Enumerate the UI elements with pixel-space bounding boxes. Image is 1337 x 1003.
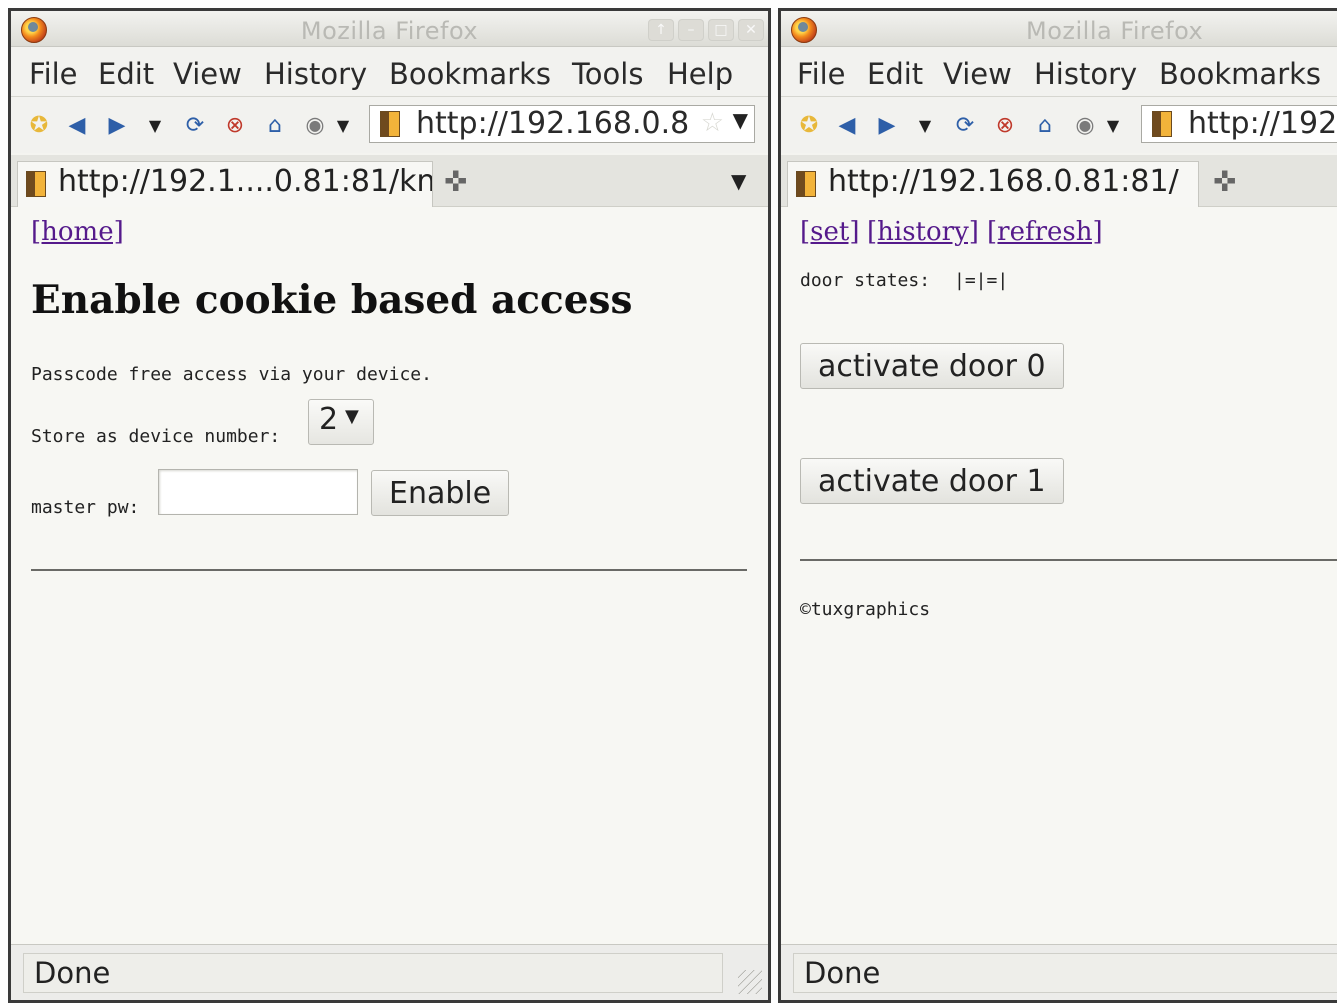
minimize-button[interactable]: – [678, 19, 704, 41]
menu-view[interactable]: View [173, 57, 242, 91]
reload-icon[interactable]: ⟳ [951, 111, 979, 139]
tab-list-dropdown-icon[interactable]: ▼ [731, 169, 746, 193]
door-states-value: |=|=| [954, 270, 1009, 291]
menu-bookmarks[interactable]: Bookmarks [1159, 57, 1321, 91]
device-number-select[interactable]: 2 ▼ [308, 399, 374, 445]
menu-edit[interactable]: Edit [867, 57, 923, 91]
url-text: http://192.168.0.8 [416, 106, 690, 141]
device-number-value: 2 [319, 402, 339, 437]
home-bookmark-icon[interactable]: ✪ [795, 111, 823, 139]
globe-dropdown-icon[interactable]: ▼ [329, 111, 357, 139]
history-dropdown-icon[interactable]: ▼ [911, 111, 939, 139]
master-pw-label: master pw: [31, 497, 140, 518]
close-button[interactable]: ✕ [738, 19, 764, 41]
activate-door-1-button[interactable]: activate door 1 [800, 458, 1064, 504]
tab-title: http://192.168.0.81:81/ [828, 164, 1179, 199]
tab-bar: http://192.1....0.81:81/kn ✜ ▼ [11, 155, 768, 207]
menu-file[interactable]: File [797, 57, 846, 91]
menu-bar: File Edit View History Bookmarks Tools H… [11, 47, 768, 97]
window-controls: ↑ – □ ✕ [648, 19, 764, 41]
url-dropdown-icon[interactable]: ▼ [733, 108, 748, 132]
activate-door-0-button[interactable]: activate door 0 [800, 343, 1064, 389]
globe-icon[interactable]: ◉ [301, 111, 329, 139]
title-bar: Mozilla Firefox ↑ – □ ✕ [11, 11, 768, 47]
globe-icon[interactable]: ◉ [1071, 111, 1099, 139]
divider [31, 569, 747, 571]
shade-window-button[interactable]: ↑ [648, 19, 674, 41]
menu-help[interactable]: Help [667, 57, 733, 91]
home-bookmark-icon[interactable]: ✪ [25, 111, 53, 139]
tab-active[interactable]: http://192.168.0.81:81/ [787, 161, 1199, 207]
menu-file[interactable]: File [29, 57, 78, 91]
forward-icon[interactable]: ▶ [103, 111, 131, 139]
back-icon[interactable]: ◀ [833, 111, 861, 139]
status-text: Done [793, 953, 1337, 993]
navigation-toolbar: ✪ ◀ ▶ ▼ ⟳ ⊗ ⌂ ◉ ▼ http://192 [781, 97, 1337, 153]
footer-copyright: ©tuxgraphics [800, 599, 931, 620]
new-tab-icon[interactable]: ✜ [444, 165, 467, 198]
forward-icon[interactable]: ▶ [873, 111, 901, 139]
menu-history[interactable]: History [1034, 57, 1137, 91]
refresh-link[interactable]: [refresh] [987, 217, 1103, 247]
resize-grip-icon[interactable] [738, 970, 762, 994]
status-bar: Done [781, 944, 1337, 1000]
site-favicon [796, 171, 816, 197]
tab-active[interactable]: http://192.1....0.81:81/kn [17, 161, 433, 207]
tab-title: http://192.1....0.81:81/kn [58, 164, 433, 199]
reload-icon[interactable]: ⟳ [181, 111, 209, 139]
url-text: http://192 [1188, 106, 1337, 141]
url-bar[interactable]: http://192.168.0.8 ☆ ▼ [369, 105, 755, 143]
page-content: [set] [history] [refresh] door states: |… [781, 207, 1337, 944]
maximize-button[interactable]: □ [708, 19, 734, 41]
page-content: [home] Enable cookie based access Passco… [11, 207, 768, 944]
menu-edit[interactable]: Edit [98, 57, 154, 91]
status-text: Done [23, 953, 723, 993]
back-icon[interactable]: ◀ [63, 111, 91, 139]
url-bar[interactable]: http://192 [1141, 105, 1337, 143]
title-bar: Mozilla Firefox [781, 11, 1337, 47]
browser-window-right: Mozilla Firefox File Edit View History B… [778, 8, 1337, 1003]
master-pw-input[interactable] [158, 469, 358, 515]
door-states-label: door states: [800, 270, 931, 291]
bookmark-star-icon[interactable]: ☆ [701, 108, 724, 138]
device-number-label: Store as device number: [31, 426, 281, 447]
chevron-down-icon: ▼ [345, 406, 359, 427]
description-text: Passcode free access via your device. [31, 364, 432, 385]
site-favicon [1152, 111, 1172, 137]
menu-bookmarks[interactable]: Bookmarks [389, 57, 551, 91]
site-favicon [380, 111, 400, 137]
menu-view[interactable]: View [943, 57, 1012, 91]
browser-window-left: Mozilla Firefox ↑ – □ ✕ File Edit View H… [8, 8, 771, 1003]
home-icon[interactable]: ⌂ [1031, 111, 1059, 139]
menu-tools[interactable]: Tools [572, 57, 643, 91]
new-tab-icon[interactable]: ✜ [1213, 165, 1236, 198]
home-link[interactable]: [home] [31, 217, 124, 247]
stop-icon[interactable]: ⊗ [991, 111, 1019, 139]
enable-button[interactable]: Enable [371, 470, 510, 516]
site-favicon [26, 171, 46, 197]
stop-icon[interactable]: ⊗ [221, 111, 249, 139]
home-icon[interactable]: ⌂ [261, 111, 289, 139]
menu-history[interactable]: History [264, 57, 367, 91]
menu-bar: File Edit View History Bookmarks [781, 47, 1337, 97]
page-title: Enable cookie based access [31, 277, 633, 323]
globe-dropdown-icon[interactable]: ▼ [1099, 111, 1127, 139]
status-bar: Done [11, 944, 768, 1000]
set-link[interactable]: [set] [800, 217, 859, 247]
divider [800, 559, 1337, 561]
history-link[interactable]: [history] [867, 217, 979, 247]
tab-bar: http://192.168.0.81:81/ ✜ [781, 155, 1337, 207]
window-title: Mozilla Firefox [1026, 17, 1204, 45]
navigation-toolbar: ✪ ◀ ▶ ▼ ⟳ ⊗ ⌂ ◉ ▼ http://192.168.0.8 ☆ ▼ [11, 97, 768, 153]
history-dropdown-icon[interactable]: ▼ [141, 111, 169, 139]
